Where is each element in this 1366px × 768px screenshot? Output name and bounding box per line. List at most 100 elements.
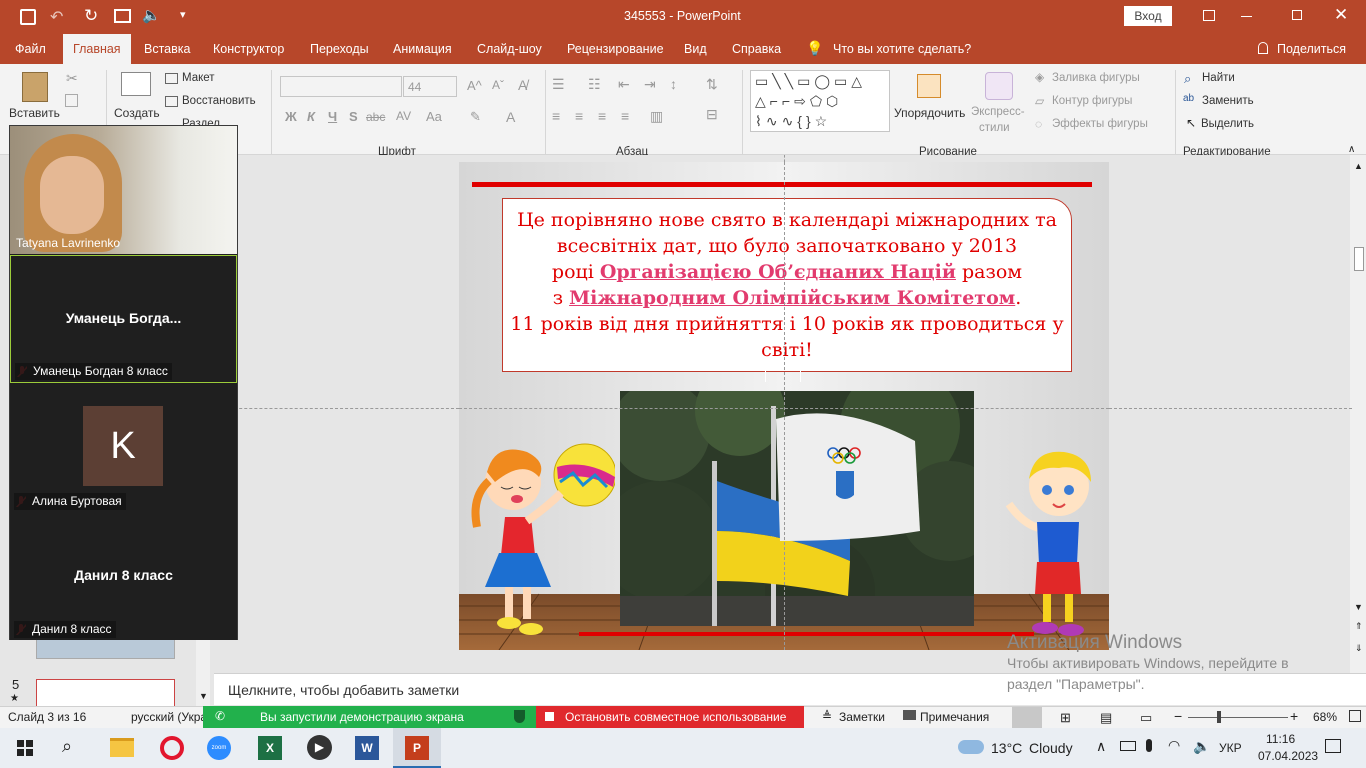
notes-toggle-button[interactable]: Заметки: [839, 710, 885, 724]
tab-transitions[interactable]: Переходы: [310, 34, 369, 64]
strikethrough-button[interactable]: abc: [366, 110, 385, 124]
columns-icon[interactable]: ▥: [650, 108, 663, 125]
slide-thumbnail-4[interactable]: [36, 637, 175, 659]
bullets-icon[interactable]: ☰: [552, 76, 565, 93]
customize-toolbar-icon[interactable]: ▾: [180, 8, 186, 21]
font-color-button[interactable]: A: [506, 109, 515, 125]
tray-chevron-icon[interactable]: ∧: [1096, 738, 1106, 755]
tab-help[interactable]: Справка: [732, 34, 781, 64]
video-tile-alina[interactable]: K Алина Буртовая: [10, 384, 237, 512]
collapse-ribbon-icon[interactable]: ∧: [1348, 144, 1355, 155]
weather-condition[interactable]: Cloudy: [1029, 740, 1073, 756]
reset-button[interactable]: Восстановить: [182, 95, 256, 107]
restore-button[interactable]: [1292, 10, 1302, 20]
zoom-slider[interactable]: [1188, 717, 1288, 718]
scroll-up-arrow[interactable]: ▲: [1354, 161, 1363, 171]
slideshow-from-start-icon[interactable]: [114, 9, 131, 23]
font-name-box[interactable]: [280, 76, 402, 97]
shape-fill-button[interactable]: Заливка фигуры: [1052, 72, 1140, 84]
close-button[interactable]: ✕: [1334, 5, 1348, 25]
quick-styles-button[interactable]: Экспресс-: [971, 106, 1025, 118]
zoom-app-icon[interactable]: zoom: [207, 736, 231, 760]
paste-icon[interactable]: [22, 72, 48, 102]
clear-format-icon[interactable]: A̸: [518, 77, 527, 93]
video-tile-danil[interactable]: Данил 8 класс Данил 8 класс: [10, 512, 237, 640]
stop-share-button[interactable]: Остановить совместное использование: [536, 706, 804, 729]
replace-button[interactable]: Заменить: [1202, 95, 1254, 107]
scroll-down-arrow[interactable]: ▼: [199, 691, 208, 701]
share-button[interactable]: Поделиться: [1277, 34, 1346, 64]
normal-view-icon[interactable]: [1012, 707, 1042, 728]
excel-icon[interactable]: X: [258, 736, 282, 760]
arrange-button[interactable]: Упорядочить: [894, 106, 965, 120]
volume-icon[interactable]: 🔈: [1193, 738, 1210, 755]
signin-button[interactable]: Вход: [1124, 6, 1172, 26]
layout-button[interactable]: Макет: [182, 72, 215, 84]
select-button[interactable]: Выделить: [1201, 118, 1254, 130]
file-explorer-icon[interactable]: [110, 738, 134, 757]
align-right-icon[interactable]: ≡: [598, 108, 606, 124]
tab-animations[interactable]: Анимация: [393, 34, 452, 64]
copy-icon[interactable]: [65, 94, 78, 107]
minimize-button[interactable]: [1241, 16, 1252, 17]
shrink-font-icon[interactable]: Aˇ: [492, 78, 504, 92]
increase-indent-icon[interactable]: ⇥: [644, 76, 656, 93]
redo-icon[interactable]: ↻: [84, 6, 98, 26]
video-tile-tatyana[interactable]: Tatyana Lavrinenko: [10, 126, 237, 254]
grow-font-icon[interactable]: A^: [467, 78, 482, 93]
shape-effects-button[interactable]: Эффекты фигуры: [1052, 118, 1148, 130]
align-center-icon[interactable]: ≡: [575, 108, 583, 124]
slide-text-box[interactable]: Це порівняно нове свято в календарі міжн…: [502, 198, 1072, 372]
reading-view-icon[interactable]: ▤: [1100, 710, 1112, 726]
tab-review[interactable]: Рецензирование: [567, 34, 664, 64]
paste-button[interactable]: Вставить: [9, 106, 60, 120]
zoom-out-icon[interactable]: −: [1174, 708, 1182, 724]
windows-start-icon[interactable]: [10, 733, 40, 763]
previous-slide-icon[interactable]: ⇑: [1355, 621, 1363, 632]
tab-view[interactable]: Вид: [684, 34, 707, 64]
quick-styles-icon[interactable]: [985, 72, 1013, 100]
justify-icon[interactable]: ≡: [621, 108, 629, 124]
ribbon-display-icon[interactable]: [1203, 10, 1215, 21]
clock-time[interactable]: 11:16: [1266, 732, 1295, 746]
find-button[interactable]: Найти: [1202, 72, 1235, 84]
line-spacing-icon[interactable]: ↕: [670, 76, 677, 92]
zoom-video-panel[interactable]: Tatyana Lavrinenko Уманець Богда... Уман…: [9, 125, 238, 640]
new-slide-icon[interactable]: [121, 72, 151, 96]
opera-icon[interactable]: [160, 736, 184, 760]
font-size-box[interactable]: 44: [403, 76, 457, 97]
network-icon[interactable]: ◠: [1168, 737, 1180, 754]
align-left-icon[interactable]: ≡: [552, 108, 560, 124]
arrange-icon[interactable]: [917, 74, 941, 98]
fit-slide-icon[interactable]: [1349, 710, 1361, 722]
media-player-icon[interactable]: ▶: [307, 735, 332, 760]
numbering-icon[interactable]: ☷: [588, 76, 601, 93]
tab-home[interactable]: Главная: [63, 34, 131, 64]
slide-thumbnail-5[interactable]: [36, 679, 175, 707]
microphone-icon[interactable]: [1146, 739, 1152, 752]
tab-file[interactable]: Файл: [15, 34, 46, 64]
new-slide-button[interactable]: Создать: [114, 106, 160, 120]
comments-button[interactable]: Примечания: [920, 710, 989, 724]
tab-design[interactable]: Конструктор: [213, 34, 284, 64]
slide-sorter-icon[interactable]: ⊞: [1060, 710, 1071, 726]
shape-outline-button[interactable]: Контур фигуры: [1052, 95, 1132, 107]
weather-temperature[interactable]: 13°C: [991, 740, 1022, 756]
decrease-indent-icon[interactable]: ⇤: [618, 76, 630, 93]
slideshow-view-icon[interactable]: ▭: [1140, 710, 1152, 726]
cut-icon[interactable]: ✂: [66, 70, 78, 87]
word-icon[interactable]: W: [355, 736, 379, 760]
next-slide-icon[interactable]: ⇓: [1355, 643, 1363, 654]
text-direction-icon[interactable]: ⇅: [706, 76, 718, 93]
save-icon[interactable]: [20, 9, 36, 25]
scroll-thumb[interactable]: [1354, 247, 1364, 271]
scroll-down-arrow[interactable]: ▼: [1354, 602, 1363, 612]
resize-handle[interactable]: [765, 370, 801, 382]
vertical-scrollbar[interactable]: [1350, 155, 1366, 673]
tab-slideshow[interactable]: Слайд-шоу: [477, 34, 542, 64]
align-text-icon[interactable]: ⊟: [706, 106, 718, 123]
underline-button[interactable]: Ч: [328, 109, 337, 124]
slide-canvas[interactable]: Це порівняно нове свято в календарі міжн…: [459, 162, 1109, 650]
zoom-level[interactable]: 68%: [1313, 710, 1337, 724]
speaker-icon[interactable]: 🔈: [142, 6, 161, 24]
